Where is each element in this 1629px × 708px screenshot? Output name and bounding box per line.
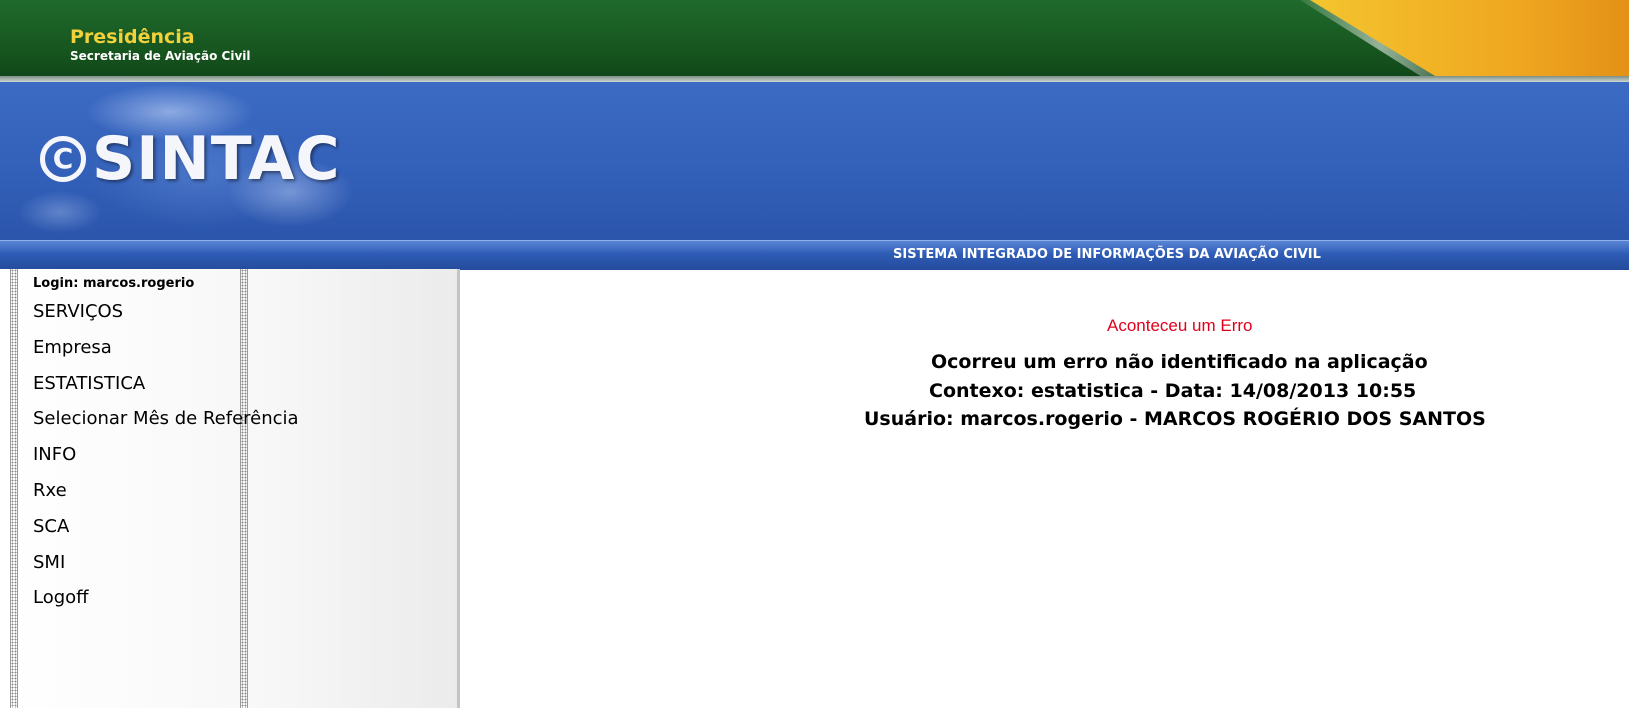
logo-text: SINTAC	[92, 124, 341, 194]
menu-item-logoff[interactable]: Logoff	[33, 586, 299, 622]
error-title: Aconteceu um Erro	[1107, 316, 1253, 335]
header-flag-gold	[1310, 0, 1629, 82]
error-context: Contexo: estatistica - Data: 14/08/2013 …	[929, 380, 1417, 402]
error-message: Ocorreu um erro não identificado na apli…	[931, 351, 1428, 373]
menu-item-servicos[interactable]: SERVIÇOS	[33, 300, 299, 336]
system-name: SISTEMA INTEGRADO DE INFORMAÇÕES DA AVIA…	[893, 247, 1321, 262]
menu-item-smi[interactable]: SMI	[33, 551, 299, 587]
menu-list: SERVIÇOS Empresa ESTATISTICA Selecionar …	[33, 300, 299, 622]
sidebar-menu: Login: marcos.rogerio SERVIÇOS Empresa E…	[0, 269, 460, 708]
app-banner: C SINTAC	[0, 82, 1629, 242]
system-name-strip: SISTEMA INTEGRADO DE INFORMAÇÕES DA AVIA…	[0, 240, 1629, 270]
org-title: Presidência	[70, 26, 195, 48]
menu-item-estatistica[interactable]: ESTATISTICA	[33, 372, 299, 408]
gov-header-bar: Presidência Secretaria de Aviação Civil	[0, 0, 1629, 82]
login-label: Login: marcos.rogerio	[33, 276, 195, 291]
org-subtitle: Secretaria de Aviação Civil	[70, 49, 251, 63]
sintac-logo[interactable]: C SINTAC	[40, 124, 341, 194]
menu-item-selecionar-mes[interactable]: Selecionar Mês de Referência	[33, 407, 299, 443]
copyright-circle-icon: C	[40, 136, 86, 182]
menu-item-rxe[interactable]: Rxe	[33, 479, 299, 515]
sidebar-dotted-rail-left	[10, 269, 18, 708]
menu-item-info[interactable]: INFO	[33, 443, 299, 479]
menu-item-sca[interactable]: SCA	[33, 515, 299, 551]
error-user: Usuário: marcos.rogerio - MARCOS ROGÉRIO…	[864, 408, 1486, 430]
menu-item-empresa[interactable]: Empresa	[33, 336, 299, 372]
